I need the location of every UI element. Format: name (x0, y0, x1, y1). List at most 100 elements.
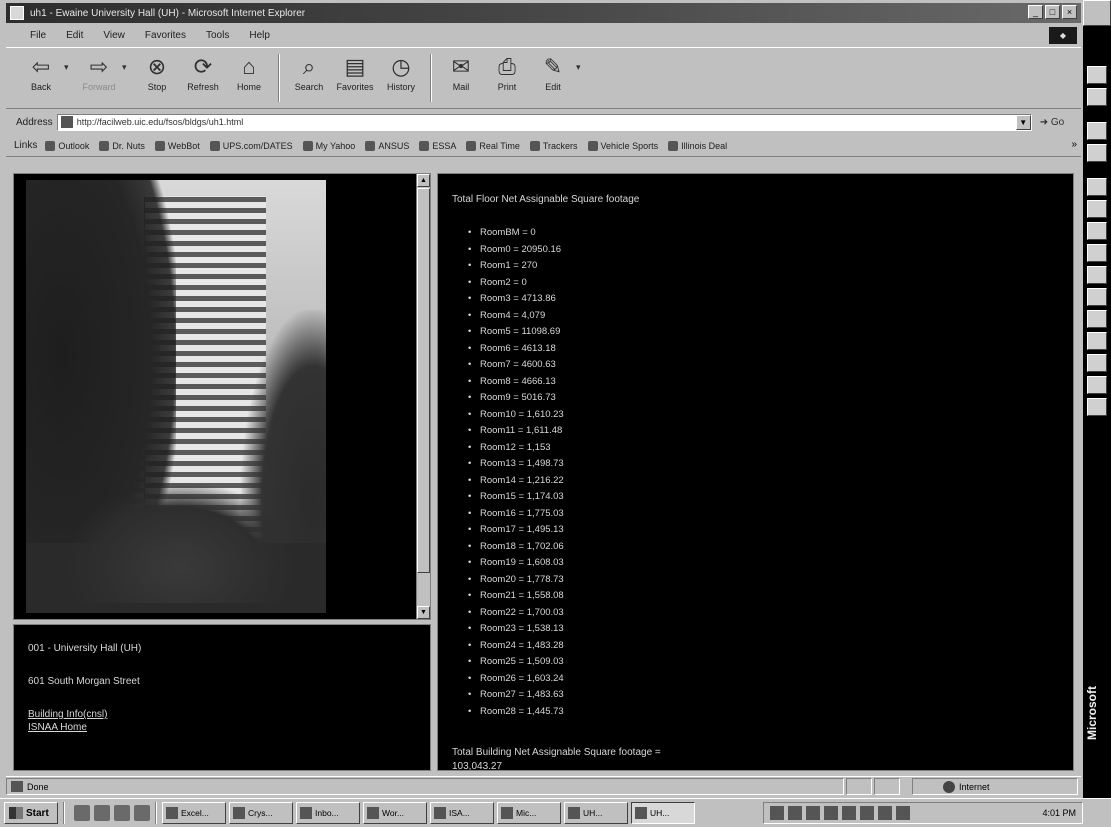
link-icon (587, 140, 598, 151)
photo-frame-scrollbar[interactable]: ▲ ▼ (416, 174, 430, 619)
menu-favorites[interactable]: Favorites (135, 30, 196, 41)
history-button[interactable]: ◷ History (378, 52, 424, 106)
links-overflow-icon[interactable]: » (1071, 139, 1077, 150)
task-button[interactable]: Wor... (363, 802, 427, 824)
home-link[interactable]: ISNAA Home (28, 722, 430, 733)
office-app-icon[interactable] (1087, 144, 1107, 162)
task-button[interactable]: ISA... (430, 802, 494, 824)
back-button[interactable]: ⇦ Back (18, 52, 64, 106)
link-dr-nuts[interactable]: Dr. Nuts (99, 140, 145, 151)
go-button[interactable]: ➜ Go (1040, 117, 1065, 128)
task-app-icon (233, 807, 245, 819)
address-field[interactable]: ▼ (56, 113, 1032, 131)
quick-launch-outlook-icon[interactable] (114, 805, 130, 821)
office-app-icon[interactable] (1087, 332, 1107, 350)
start-button[interactable]: Start (4, 802, 58, 824)
clock[interactable]: 4:01 PM (1042, 808, 1076, 818)
home-button[interactable]: ⌂ Home (226, 52, 272, 106)
title-bar[interactable]: uh1 - Ewaine University Hall (UH) - Micr… (6, 3, 1081, 23)
office-app-icon[interactable] (1087, 88, 1107, 106)
quick-launch-ie-icon[interactable] (94, 805, 110, 821)
task-button[interactable]: Mic... (497, 802, 561, 824)
office-app-icon[interactable] (1087, 376, 1107, 394)
office-app-icon[interactable] (1087, 122, 1107, 140)
tray-icon[interactable] (842, 806, 856, 820)
standard-toolbar: ⇦ Back ▾ ⇨ Forward ▾ ⊗ Stop ⟳ Refresh ⌂ … (6, 47, 1081, 109)
forward-button[interactable]: ⇨ Forward (76, 52, 122, 106)
link-real-time[interactable]: Real Time (466, 140, 520, 151)
forward-arrow-icon: ⇨ (89, 54, 109, 79)
task-button[interactable]: Crys... (229, 802, 293, 824)
stop-button[interactable]: ⊗ Stop (134, 52, 180, 106)
office-bar-menu-icon[interactable] (1083, 0, 1111, 26)
office-app-icon[interactable] (1087, 244, 1107, 262)
list-item: RoomBM = 0 (468, 225, 1073, 242)
toolbar-separator (278, 54, 280, 102)
mail-button[interactable]: ✉ Mail (438, 52, 484, 106)
address-input[interactable] (76, 117, 1007, 127)
security-zone: Internet (912, 778, 1078, 795)
links-label: Links (14, 140, 38, 151)
maximize-button[interactable]: □ (1045, 5, 1060, 19)
quick-launch-channels-icon[interactable] (134, 805, 150, 821)
office-app-icon[interactable] (1087, 222, 1107, 240)
link-illinois-deal[interactable]: Illinois Deal (668, 140, 727, 151)
office-app-icon[interactable] (1087, 200, 1107, 218)
minimize-button[interactable]: _ (1028, 5, 1043, 19)
link-vehicle-sports[interactable]: Vehicle Sports (587, 140, 658, 151)
back-arrow-icon: ⇦ (31, 54, 51, 79)
refresh-button[interactable]: ⟳ Refresh (180, 52, 226, 106)
task-button-active[interactable]: UH... (631, 802, 695, 824)
menu-view[interactable]: View (93, 30, 135, 41)
volume-icon[interactable] (896, 806, 910, 820)
favorites-button[interactable]: ▤ Favorites (332, 52, 378, 106)
tray-icon[interactable] (878, 806, 892, 820)
edit-dropdown-icon[interactable]: ▾ (576, 52, 588, 82)
office-app-icon[interactable] (1087, 266, 1107, 284)
office-app-icon[interactable] (1087, 398, 1107, 416)
tray-icon[interactable] (806, 806, 820, 820)
close-button[interactable]: × (1062, 5, 1077, 19)
task-label: Inbo... (315, 808, 339, 818)
tray-icon[interactable] (860, 806, 874, 820)
list-item: Room0 = 20950.16 (468, 242, 1073, 259)
tray-icon[interactable] (824, 806, 838, 820)
task-button[interactable]: Excel... (162, 802, 226, 824)
search-button[interactable]: ⌕ Search (286, 52, 332, 106)
scroll-up-icon[interactable]: ▲ (417, 174, 430, 187)
show-desktop-icon[interactable] (74, 805, 90, 821)
link-label: Outlook (58, 140, 90, 151)
link-ups[interactable]: UPS.com/DATES (209, 140, 293, 151)
task-button[interactable]: Inbo... (296, 802, 360, 824)
task-button[interactable]: UH... (564, 802, 628, 824)
link-webbot[interactable]: WebBot (154, 140, 200, 151)
print-button[interactable]: ⎙ Print (484, 52, 530, 106)
list-item: Room21 = 1,558.08 (468, 588, 1073, 605)
back-dropdown-icon[interactable]: ▾ (64, 52, 76, 82)
office-app-icon[interactable] (1087, 178, 1107, 196)
office-app-icon[interactable] (1087, 288, 1107, 306)
building-info-link[interactable]: Building Info(cnsl) (28, 709, 430, 720)
windows-flag-icon (9, 807, 23, 819)
task-label: UH... (583, 808, 603, 818)
menu-help[interactable]: Help (239, 30, 280, 41)
forward-dropdown-icon[interactable]: ▾ (122, 52, 134, 82)
menu-edit[interactable]: Edit (56, 30, 93, 41)
address-dropdown-icon[interactable]: ▼ (1015, 114, 1031, 130)
tray-icon[interactable] (788, 806, 802, 820)
menu-tools[interactable]: Tools (196, 30, 239, 41)
tray-icon[interactable] (770, 806, 784, 820)
link-ansus[interactable]: ANSUS (365, 140, 409, 151)
link-essa[interactable]: ESSA (419, 140, 456, 151)
scroll-down-icon[interactable]: ▼ (417, 606, 430, 619)
office-app-icon[interactable] (1087, 66, 1107, 84)
edit-button[interactable]: ✎ Edit (530, 52, 576, 106)
menu-file[interactable]: File (20, 30, 56, 41)
link-trackers[interactable]: Trackers (529, 140, 578, 151)
office-app-icon[interactable] (1087, 354, 1107, 372)
office-app-icon[interactable] (1087, 310, 1107, 328)
scroll-thumb[interactable] (417, 188, 430, 573)
link-outlook[interactable]: Outlook (45, 140, 90, 151)
link-label: Real Time (479, 140, 520, 151)
link-my-yahoo[interactable]: My Yahoo (302, 140, 355, 151)
